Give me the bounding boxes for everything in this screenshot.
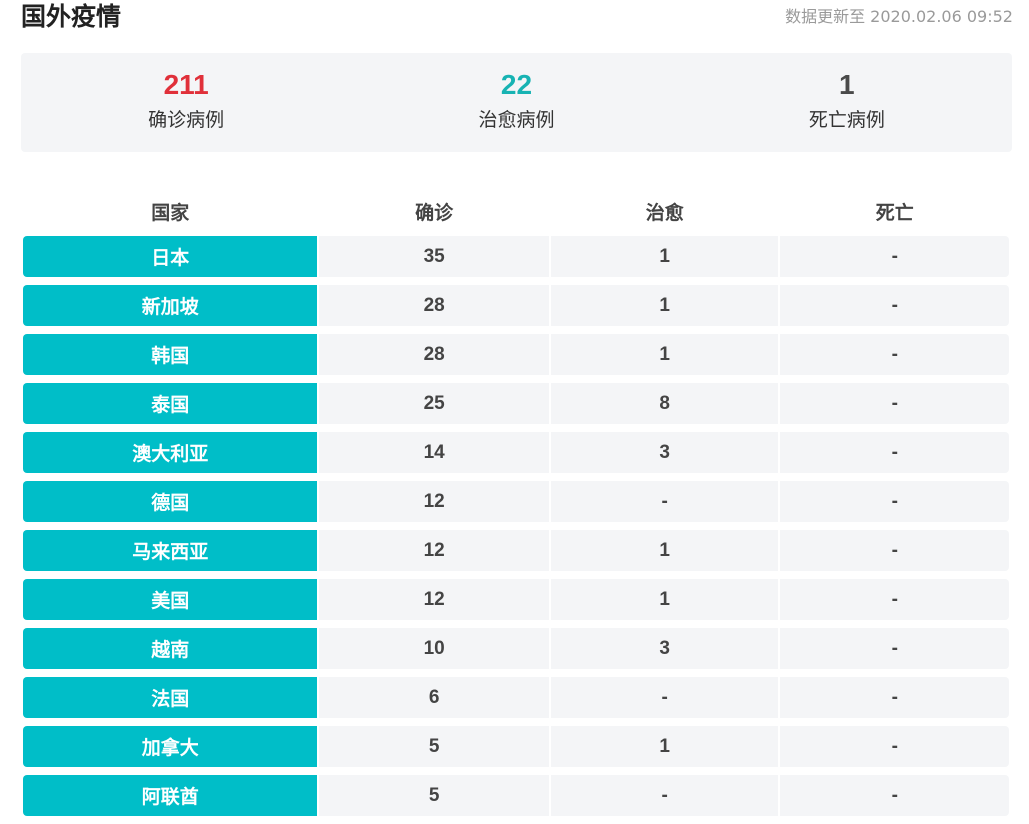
table-row: 美国 12 1 -	[23, 579, 1009, 620]
dead-cell: -	[780, 383, 1009, 424]
dead-cell: -	[780, 285, 1009, 326]
table-row: 澳大利亚 14 3 -	[23, 432, 1009, 473]
country-cell: 韩国	[23, 334, 318, 375]
confirmed-cell: 6	[319, 677, 549, 718]
country-cell: 美国	[23, 579, 318, 620]
table-header: 国家 确诊 治愈 死亡	[23, 189, 1009, 233]
country-cell: 阿联酋	[23, 775, 318, 816]
confirmed-cell: 12	[319, 530, 549, 571]
confirmed-cell: 12	[319, 579, 549, 620]
table-row: 阿联酋 5 - -	[23, 775, 1009, 816]
dead-cell: -	[780, 481, 1009, 522]
cured-cell: 3	[550, 432, 779, 473]
dead-cell: -	[780, 432, 1009, 473]
cured-cell: 8	[550, 383, 779, 424]
confirmed-cell: 28	[319, 285, 549, 326]
table-row: 法国 6 - -	[23, 677, 1009, 718]
cured-cell: 1	[550, 530, 779, 571]
country-cell: 加拿大	[23, 726, 318, 767]
dead-cell: -	[780, 236, 1009, 277]
country-cell: 德国	[23, 481, 318, 522]
table-row: 韩国 28 1 -	[23, 334, 1009, 375]
column-header-cured: 治愈	[645, 201, 684, 224]
confirmed-cell: 10	[319, 628, 549, 669]
cured-cell: 1	[550, 726, 779, 767]
country-cell: 越南	[23, 628, 318, 669]
table-row: 加拿大 5 1 -	[23, 726, 1009, 767]
confirmed-cell: 14	[319, 432, 549, 473]
cured-cell: 1	[550, 334, 779, 375]
cured-cell: -	[550, 677, 779, 718]
dead-cell: -	[780, 677, 1009, 718]
country-cell: 泰国	[23, 383, 318, 424]
dead-cell: -	[780, 628, 1009, 669]
update-timestamp: 数据更新至 2020.02.06 09:52	[785, 7, 1013, 26]
table-row: 日本 35 1 -	[23, 236, 1009, 277]
confirmed-count: 211	[163, 69, 209, 100]
summary-confirmed: 211 确诊病例	[21, 53, 351, 152]
cured-cell: 1	[550, 236, 779, 277]
table-row: 德国 12 - -	[23, 481, 1009, 522]
cured-cell: 1	[550, 285, 779, 326]
dead-cell: -	[780, 334, 1009, 375]
country-table: 国家 确诊 治愈 死亡 日本 35 1 - 新加坡 28 1 - 韩国 28 1…	[23, 189, 1009, 824]
table-row: 新加坡 28 1 -	[23, 285, 1009, 326]
confirmed-label: 确诊病例	[148, 109, 225, 131]
country-cell: 日本	[23, 236, 318, 277]
country-cell: 澳大利亚	[23, 432, 318, 473]
country-cell: 马来西亚	[23, 530, 318, 571]
table-row: 越南 10 3 -	[23, 628, 1009, 669]
column-header-country: 国家	[151, 201, 190, 224]
dead-cell: -	[780, 726, 1009, 767]
cured-cell: -	[550, 481, 779, 522]
column-header-dead: 死亡	[875, 201, 914, 224]
confirmed-cell: 25	[319, 383, 549, 424]
column-header-confirmed: 确诊	[415, 201, 454, 224]
cured-cell: 1	[550, 579, 779, 620]
dead-cell: -	[780, 579, 1009, 620]
dead-label: 死亡病例	[808, 109, 885, 131]
country-cell: 新加坡	[23, 285, 318, 326]
cured-cell: -	[550, 775, 779, 816]
confirmed-cell: 35	[319, 236, 549, 277]
table-body: 日本 35 1 - 新加坡 28 1 - 韩国 28 1 - 泰国 25 8 -…	[23, 236, 1009, 816]
confirmed-cell: 12	[319, 481, 549, 522]
summary-cured: 22 治愈病例	[351, 53, 681, 152]
dead-cell: -	[780, 775, 1009, 816]
table-row: 马来西亚 12 1 -	[23, 530, 1009, 571]
cured-count: 22	[500, 69, 533, 100]
dead-cell: -	[780, 530, 1009, 571]
table-row: 泰国 25 8 -	[23, 383, 1009, 424]
cured-cell: 3	[550, 628, 779, 669]
confirmed-cell: 28	[319, 334, 549, 375]
summary-dead: 1 死亡病例	[682, 53, 1012, 152]
summary-panel: 211 确诊病例 22 治愈病例 1 死亡病例	[21, 53, 1012, 152]
confirmed-cell: 5	[319, 726, 549, 767]
dead-count: 1	[839, 69, 855, 100]
page-title: 国外疫情	[21, 2, 122, 31]
cured-label: 治愈病例	[478, 109, 555, 131]
confirmed-cell: 5	[319, 775, 549, 816]
country-cell: 法国	[23, 677, 318, 718]
